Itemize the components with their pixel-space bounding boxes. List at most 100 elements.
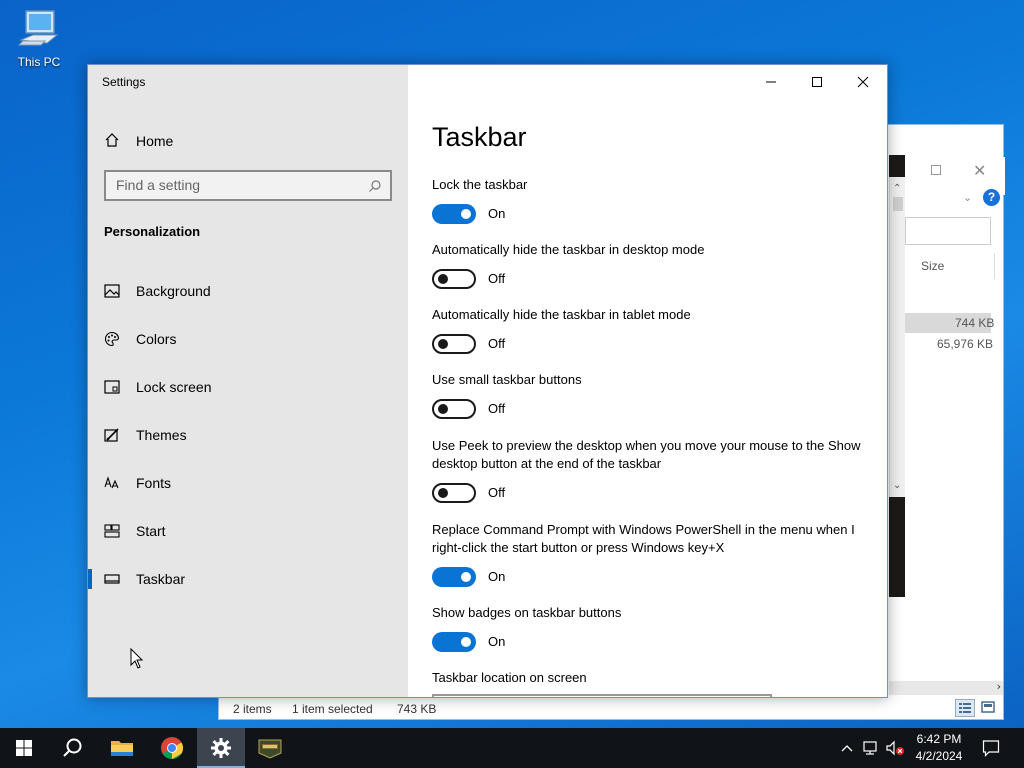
help-icon[interactable]: ?: [983, 189, 1000, 206]
column-header-size[interactable]: Size: [921, 259, 944, 273]
lock-screen-icon: [88, 379, 136, 395]
status-selected: 1 item selected: [292, 702, 373, 716]
toggle-lock-taskbar[interactable]: [432, 204, 476, 224]
nav-item-label: Colors: [136, 331, 177, 347]
show-hidden-icons-button[interactable]: [838, 728, 856, 768]
brush-icon: [88, 427, 136, 443]
toggle-badges[interactable]: [432, 632, 476, 652]
settings-nav-pane: Settings Home Find a setting Personaliza…: [88, 65, 408, 697]
search-icon: [63, 738, 82, 757]
nav-item-label: Taskbar: [136, 571, 186, 587]
mouse-cursor-icon: [130, 647, 144, 675]
network-icon: [863, 741, 877, 755]
action-center-button[interactable]: [978, 728, 1004, 768]
nav-item-themes[interactable]: Themes: [88, 417, 408, 453]
toggle-state: On: [488, 634, 506, 649]
status-selected-size: 743 KB: [397, 702, 437, 716]
explorer-horizontal-scrollbar[interactable]: ›: [889, 680, 1003, 695]
toggle-state: On: [488, 569, 506, 584]
toggle-peek[interactable]: [432, 483, 476, 503]
minimize-button[interactable]: [748, 69, 794, 95]
file-size-cell: 65,976 KB: [937, 337, 994, 351]
minimize-icon: [766, 81, 776, 83]
explorer-close-icon[interactable]: ✕: [973, 161, 986, 180]
maximize-icon: [812, 77, 822, 87]
nav-item-label: Start: [136, 523, 166, 539]
maximize-button[interactable]: [794, 69, 840, 95]
network-button[interactable]: [860, 728, 882, 768]
nav-home[interactable]: Home: [104, 129, 173, 153]
option-label-small-buttons: Use small taskbar buttons: [432, 372, 582, 387]
column-divider[interactable]: [994, 253, 995, 279]
scroll-thumb[interactable]: [893, 197, 903, 211]
taskbar-location-dropdown[interactable]: [432, 694, 772, 697]
status-item-count: 2 items: [233, 702, 272, 716]
option-label-autohide-tablet: Automatically hide the taskbar in tablet…: [432, 307, 691, 322]
option-label-powershell: Replace Command Prompt with Windows Powe…: [432, 522, 855, 555]
explorer-maximize-icon[interactable]: [931, 165, 941, 175]
large-icons-view-icon[interactable]: [979, 699, 999, 717]
clock-date: 4/2/2024: [915, 749, 963, 763]
nav-item-label: Themes: [136, 427, 187, 443]
explorer-vertical-scrollbar[interactable]: ⌃ ⌄: [889, 177, 905, 497]
taskbar-game-app[interactable]: [246, 728, 294, 768]
nav-item-colors[interactable]: Colors: [88, 321, 408, 357]
taskbar-search-button[interactable]: [48, 728, 96, 768]
clock[interactable]: 6:42 PM 4/2/2024: [910, 731, 968, 765]
toggle-state: Off: [488, 485, 506, 500]
notification-icon: [982, 740, 1000, 757]
window-title: Settings: [102, 75, 146, 89]
toggle-state: Off: [488, 401, 506, 416]
clock-time: 6:42 PM: [916, 732, 962, 746]
scroll-up-icon[interactable]: ⌃: [893, 183, 901, 194]
option-label-badges: Show badges on taskbar buttons: [432, 605, 622, 620]
this-pc-label: This PC: [17, 55, 61, 69]
taskbar-chrome[interactable]: [148, 728, 196, 768]
settings-window[interactable]: Settings Home Find a setting Personaliza…: [87, 64, 888, 698]
close-button[interactable]: [840, 69, 886, 95]
nav-home-label: Home: [136, 133, 174, 149]
option-label-lock-taskbar: Lock the taskbar: [432, 177, 528, 192]
taskbar-icon: [88, 573, 136, 585]
windows-logo-icon: [16, 740, 32, 756]
toggle-autohide-tablet[interactable]: [432, 334, 476, 354]
details-view-icon[interactable]: [955, 699, 975, 717]
this-pc-desktop-icon[interactable]: This PC: [10, 8, 68, 69]
toggle-state: Off: [488, 271, 506, 286]
nav-item-label: Fonts: [136, 475, 172, 491]
search-placeholder: Find a setting: [116, 177, 201, 193]
explorer-status-bar: 2 items 1 item selected 743 KB: [219, 697, 1003, 719]
settings-content-pane: Taskbar Lock the taskbar On Automaticall…: [408, 65, 887, 697]
search-icon[interactable]: [368, 179, 382, 196]
nav-item-background[interactable]: Background: [88, 273, 408, 309]
home-icon: [104, 132, 136, 151]
game-icon: [258, 739, 282, 759]
file-explorer-icon: [111, 741, 133, 756]
volume-muted-icon: [886, 740, 904, 756]
toggle-state: On: [488, 206, 506, 221]
toggle-autohide-desktop[interactable]: [432, 269, 476, 289]
nav-section-title: Personalization: [104, 224, 201, 239]
nav-item-taskbar[interactable]: Taskbar: [88, 561, 408, 597]
explorer-search-input[interactable]: [905, 217, 991, 245]
option-label-autohide-desktop: Automatically hide the taskbar in deskto…: [432, 242, 705, 257]
nav-item-fonts[interactable]: Fonts: [88, 465, 408, 501]
chevron-up-icon: [841, 745, 853, 752]
scroll-down-icon[interactable]: ⌄: [893, 480, 901, 491]
chrome-icon: [161, 737, 183, 759]
scroll-right-icon[interactable]: ›: [997, 680, 1001, 693]
nav-item-start[interactable]: Start: [88, 513, 408, 549]
taskbar-file-explorer[interactable]: [98, 728, 146, 768]
taskbar-settings[interactable]: [197, 728, 245, 768]
settings-icon: [211, 738, 231, 758]
volume-button[interactable]: [884, 728, 906, 768]
file-size-cell: 744 KB: [955, 316, 995, 330]
toggle-small-buttons[interactable]: [432, 399, 476, 419]
page-title: Taskbar: [432, 122, 527, 152]
nav-item-lock-screen[interactable]: Lock screen: [88, 369, 408, 405]
start-button[interactable]: [0, 728, 48, 768]
option-label-peek: Use Peek to preview the desktop when you…: [432, 438, 861, 471]
toggle-powershell[interactable]: [432, 567, 476, 587]
find-setting-input[interactable]: Find a setting: [104, 170, 392, 201]
chevron-down-icon[interactable]: ⌄: [963, 191, 972, 204]
